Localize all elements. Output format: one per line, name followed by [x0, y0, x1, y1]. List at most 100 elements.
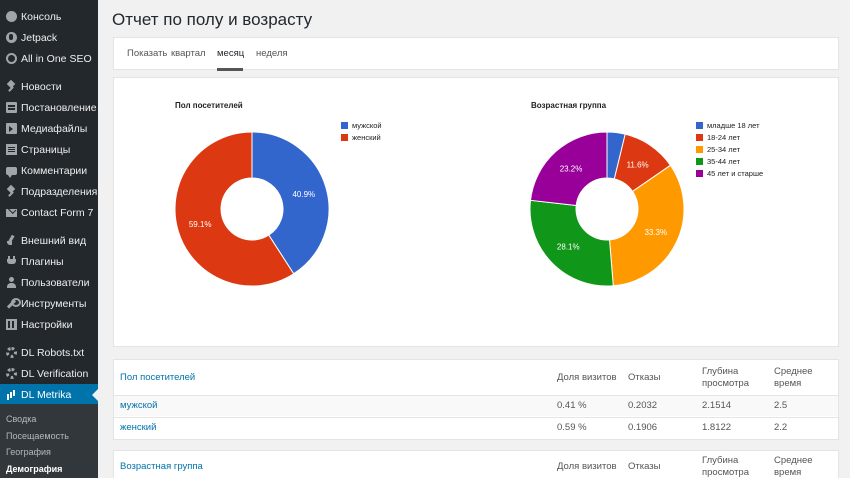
age-legend-label: 25-34 лет	[707, 145, 740, 154]
menu-item-jetpack[interactable]: Jetpack	[0, 27, 98, 48]
age-legend-swatch	[696, 158, 703, 165]
age-slice-2[interactable]	[608, 164, 685, 287]
age-legend-item-0[interactable]: младше 18 лет	[696, 121, 760, 130]
visits-share-header: Доля визитов	[557, 461, 617, 472]
age-legend-label: младше 18 лет	[707, 121, 760, 130]
menu-item-tools[interactable]: Инструменты	[0, 293, 98, 314]
menu-item-media[interactable]: Медиафайлы	[0, 118, 98, 139]
age-legend-swatch	[696, 122, 703, 129]
avg-time-header: Среднее время	[774, 455, 813, 478]
admin-sidebar: Консоль Jetpack All in One SEO Новости П…	[0, 0, 98, 478]
table-cell: 0.2032	[628, 400, 658, 411]
bounce-header: Отказы	[628, 461, 661, 472]
menu-item-dl-robots[interactable]: DL Robots.txt	[0, 342, 98, 363]
tab-quarter[interactable]: квартал	[171, 48, 206, 59]
dashboard-icon	[6, 11, 17, 22]
menu-item-console[interactable]: Консоль	[0, 6, 98, 27]
menu-item-settings[interactable]: Настройки	[0, 314, 98, 335]
age-col-header[interactable]: Возрастная группа	[120, 461, 203, 472]
age-legend-swatch	[696, 170, 703, 177]
comment-icon	[6, 166, 17, 178]
brush-icon	[6, 235, 17, 246]
settings-icon	[6, 319, 17, 330]
user-icon	[6, 277, 17, 288]
menu-item-plugins[interactable]: Плагины	[0, 251, 98, 272]
menu-item-dl-metrika[interactable]: DL Metrika	[0, 384, 98, 405]
age-legend-swatch	[696, 134, 703, 141]
table-cell: 2.2	[774, 422, 788, 433]
gear-icon	[6, 347, 17, 358]
row-divider	[114, 417, 838, 418]
menu-item-comments[interactable]: Комментарии	[0, 160, 98, 181]
menu-item-appearance[interactable]: Внешний вид	[0, 230, 98, 251]
age-legend-item-1[interactable]: 18-24 лет	[696, 133, 740, 142]
gender-legend-item-1[interactable]: женский	[341, 133, 381, 142]
menu-item-seo[interactable]: All in One SEO	[0, 48, 98, 69]
age-legend-item-4[interactable]: 45 лет и старше	[696, 169, 763, 178]
gender-col-header[interactable]: Пол посетителей	[120, 372, 195, 383]
gender-legend-swatch	[341, 134, 348, 141]
menu-item-dl-verification[interactable]: DL Verification	[0, 363, 98, 384]
age-legend-item-3[interactable]: 35-44 лет	[696, 157, 740, 166]
gender-legend-swatch	[341, 122, 348, 129]
age-slice-label-1: 11.6%	[627, 161, 649, 170]
charts-panel: Пол посетителей 40.9% 59.1% мужской женски…	[113, 77, 839, 347]
submenu-demography[interactable]: Демография	[6, 464, 62, 474]
depth-header: Глубина просмотра	[702, 366, 749, 389]
bar-chart-icon	[6, 389, 17, 400]
menu-item-users[interactable]: Пользователи	[0, 272, 98, 293]
age-legend-item-2[interactable]: 25-34 лет	[696, 145, 740, 154]
pin-icon	[6, 81, 17, 92]
age-legend-label: 45 лет и старше	[707, 169, 764, 178]
visits-share-header: Доля визитов	[557, 372, 617, 383]
table-cell: 0.41 %	[557, 400, 587, 411]
dl-metrika-submenu: Сводка Посещаемость География Демография	[0, 404, 98, 478]
gender-legend-label: мужской	[352, 121, 382, 130]
submenu-summary[interactable]: Сводка	[6, 414, 36, 424]
table-row-male-label[interactable]: мужской	[120, 400, 157, 411]
depth-header: Глубина просмотра	[702, 455, 749, 478]
menu-item-contact-form[interactable]: Contact Form 7	[0, 202, 98, 223]
menu-item-pages[interactable]: Страницы	[0, 139, 98, 160]
age-legend-label: 35-44 лет	[707, 157, 740, 166]
gender-table: Пол посетителей Доля визитов Отказы Глуб…	[113, 359, 839, 440]
age-slice-label-4: 23.2%	[560, 165, 583, 174]
gender-slice-label-1: 59.1%	[189, 220, 212, 229]
bounce-header: Отказы	[628, 372, 661, 383]
age-slice-label-2: 33.3%	[644, 228, 667, 237]
documents-icon	[6, 102, 17, 113]
table-cell: 1.8122	[702, 422, 732, 433]
table-cell: 2.1514	[702, 400, 732, 411]
tabs-label: Показать	[127, 48, 168, 59]
age-table: Возрастная группа Доля визитов Отказы Гл…	[113, 450, 839, 478]
age-donut-chart: 11.6% 33.3% 28.1% 23.2%	[529, 131, 685, 287]
pin-icon	[6, 186, 17, 197]
tab-month[interactable]: месяц	[217, 48, 244, 59]
media-icon	[6, 123, 17, 134]
menu-item-news[interactable]: Новости	[0, 76, 98, 97]
avg-time-header: Среднее время	[774, 366, 813, 389]
menu-item-resolutions[interactable]: Постановление	[0, 97, 98, 118]
jetpack-icon	[6, 32, 17, 43]
table-cell: 0.59 %	[557, 422, 587, 433]
table-row-female-label[interactable]: женский	[120, 422, 156, 433]
plugin-icon	[6, 256, 17, 267]
tab-week[interactable]: неделя	[256, 48, 288, 59]
submenu-traffic[interactable]: Посещаемость	[6, 431, 69, 441]
menu-item-divisions[interactable]: Подразделения	[0, 181, 98, 202]
gender-donut-chart: 40.9% 59.1%	[174, 131, 330, 287]
wrench-icon	[6, 298, 21, 309]
gender-legend-item-0[interactable]: мужской	[341, 121, 382, 130]
active-tab-indicator	[217, 68, 243, 71]
page-icon	[6, 144, 17, 155]
seo-icon	[6, 53, 17, 64]
gear-icon	[6, 368, 17, 379]
page-title: Отчет по полу и возрасту	[112, 10, 313, 29]
age-slice-label-3: 28.1%	[557, 243, 580, 252]
submenu-geography[interactable]: География	[6, 447, 51, 457]
age-legend-swatch	[696, 146, 703, 153]
age-legend-label: 18-24 лет	[707, 133, 740, 142]
table-cell: 2.5	[774, 400, 788, 411]
table-cell: 0.1906	[628, 422, 658, 433]
gender-legend-label: женский	[352, 133, 381, 142]
